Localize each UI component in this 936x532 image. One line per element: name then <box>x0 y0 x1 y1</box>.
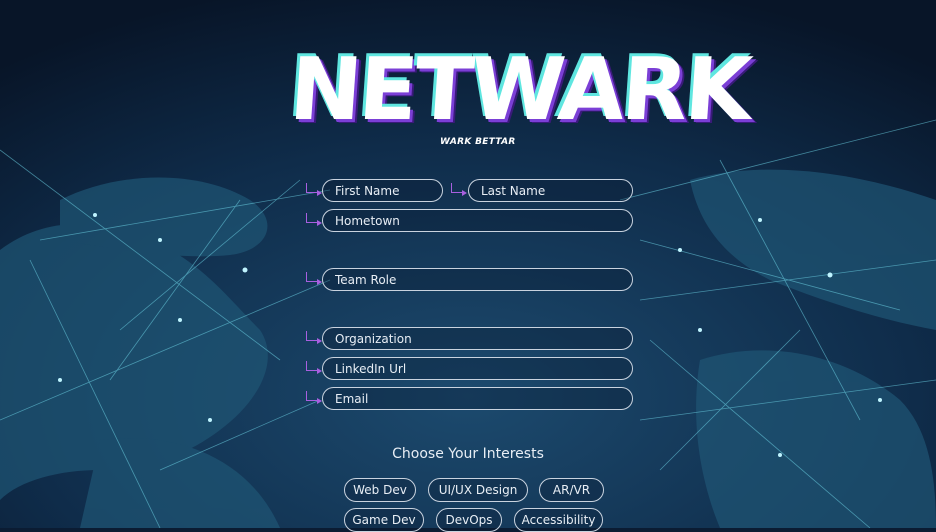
brand-logo: NETWARK <box>287 40 753 142</box>
arrow-icon <box>306 331 322 344</box>
tagline: WARK BETTAR <box>440 137 516 147</box>
logo-text: NETWARK <box>286 40 753 140</box>
interest-chip-web-dev[interactable]: Web Dev <box>344 478 416 502</box>
arrow-icon <box>306 213 322 226</box>
team-role-field[interactable] <box>322 268 633 291</box>
first-name-field[interactable] <box>322 179 443 202</box>
last-name-field[interactable] <box>468 179 633 202</box>
interest-chip-accessibility[interactable]: Accessibility <box>514 508 603 532</box>
email-field[interactable] <box>322 387 633 410</box>
interest-chip-game-dev[interactable]: Game Dev <box>344 508 424 532</box>
interests-title: Choose Your Interests <box>392 446 544 462</box>
organization-field[interactable] <box>322 327 633 350</box>
arrow-icon <box>306 361 322 374</box>
interest-chip-ui-ux-design[interactable]: UI/UX Design <box>428 478 528 502</box>
arrow-icon <box>306 183 322 196</box>
hometown-field[interactable] <box>322 209 633 232</box>
linkedin-url-field[interactable] <box>322 357 633 380</box>
arrow-icon <box>306 391 322 404</box>
interest-chip-ar-vr[interactable]: AR/VR <box>539 478 604 502</box>
arrow-icon <box>451 183 467 196</box>
arrow-icon <box>306 272 322 285</box>
interest-chip-devops[interactable]: DevOps <box>436 508 502 532</box>
